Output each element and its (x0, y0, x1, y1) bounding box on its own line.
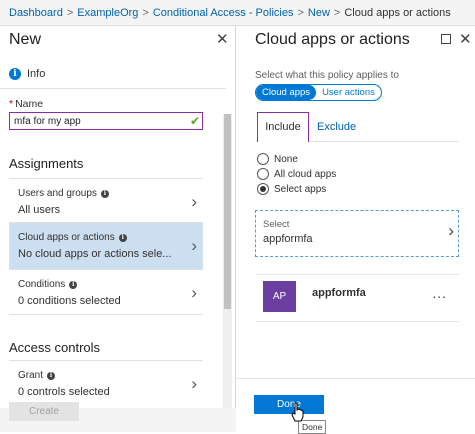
tab-exclude[interactable]: Exclude (317, 112, 356, 133)
item-value: No cloud apps or actions sele... (18, 248, 172, 260)
assignments-heading: Assignments (9, 156, 84, 171)
breadcrumb-dashboard[interactable]: Dashboard (9, 7, 63, 19)
item-value: 0 controls selected (18, 386, 110, 398)
access-controls-heading: Access controls (9, 340, 101, 355)
users-and-groups-item[interactable]: Users and groups i All users › (9, 178, 203, 222)
applies-to-text: Select what this policy applies to (255, 70, 399, 81)
item-label: Conditions i (18, 279, 78, 290)
close-icon[interactable]: ✕ (459, 30, 472, 48)
new-policy-blade: New ✕ i Info *Name ✔ Assignments Users a… (0, 26, 236, 432)
breadcrumb-separator: > (66, 7, 74, 19)
cloud-apps-blade: Cloud apps or actions ✕ Select what this… (237, 26, 475, 434)
radio-label: None (274, 153, 298, 165)
select-apps-picker[interactable]: Select appformfa › (255, 210, 459, 257)
radio-none[interactable]: None (257, 153, 298, 165)
toggle-user-actions[interactable]: User actions (316, 85, 381, 100)
radio-label: All cloud apps (274, 168, 337, 180)
hand-cursor-icon (291, 402, 304, 422)
tab-underline (309, 141, 459, 142)
item-label-text: Users and groups (18, 188, 97, 199)
item-label: Cloud apps or actions i (18, 232, 127, 243)
conditions-item[interactable]: Conditions i 0 conditions selected › (9, 269, 203, 315)
app-avatar: AP (263, 281, 296, 312)
radio-all-cloud-apps[interactable]: All cloud apps (257, 168, 336, 180)
close-icon[interactable]: ✕ (216, 30, 229, 48)
chevron-right-icon: › (191, 236, 197, 255)
radio-label: Select apps (274, 183, 327, 195)
info-icon: i (100, 189, 109, 198)
radio-button[interactable] (257, 183, 269, 195)
breadcrumb-new[interactable]: New (308, 7, 330, 19)
blade-title: New (9, 31, 42, 48)
info-icon: i (9, 68, 21, 80)
chevron-right-icon: › (191, 283, 197, 302)
cloud-apps-item[interactable]: Cloud apps or actions i No cloud apps or … (9, 222, 203, 269)
item-label: Users and groups i (18, 188, 109, 199)
more-options-icon[interactable]: ... (432, 285, 447, 301)
breadcrumb-org[interactable]: ExampleOrg (77, 7, 138, 19)
required-asterisk: * (9, 98, 14, 110)
name-label: * Name (9, 98, 43, 110)
done-button[interactable]: Done (254, 395, 324, 414)
tab-include[interactable]: Include (257, 112, 309, 142)
create-button[interactable]: Create (9, 402, 79, 421)
item-value: All users (18, 204, 61, 216)
info-link[interactable]: i Info (9, 68, 45, 80)
select-value: appformfa (263, 233, 313, 245)
breadcrumb-current: Cloud apps or actions (344, 7, 451, 19)
name-input[interactable] (9, 112, 203, 130)
item-label-text: Cloud apps or actions (18, 232, 115, 243)
item-value: 0 conditions selected (18, 295, 121, 307)
info-label: Info (27, 68, 46, 80)
select-label: Select (263, 219, 290, 230)
info-icon: i (69, 280, 78, 289)
maximize-icon[interactable] (441, 34, 451, 44)
info-icon: i (118, 233, 127, 242)
blade-title: Cloud apps or actions (255, 31, 410, 48)
breadcrumb-separator: > (142, 7, 149, 19)
scrollbar-thumb[interactable] (224, 114, 231, 309)
info-icon: i (47, 371, 56, 380)
checkmark-icon: ✔ (190, 114, 201, 128)
breadcrumb-separator: > (297, 7, 304, 19)
name-label-text: Name (15, 98, 44, 110)
item-label: Grant i (18, 370, 56, 381)
breadcrumb-separator: > (333, 7, 341, 19)
breadcrumb-policies[interactable]: Conditional Access - Policies (153, 7, 294, 19)
radio-button[interactable] (257, 168, 269, 180)
item-label-text: Grant (18, 370, 44, 381)
chevron-right-icon: › (191, 374, 197, 393)
chevron-right-icon: › (448, 221, 454, 240)
divider (0, 88, 226, 89)
radio-button[interactable] (257, 153, 269, 165)
radio-select-apps[interactable]: Select apps (257, 183, 326, 195)
app-name: appformfa (312, 287, 366, 299)
chevron-right-icon: › (191, 192, 197, 211)
grant-item[interactable]: Grant i 0 controls selected › (9, 360, 203, 408)
selected-app-row: AP appformfa ... (255, 274, 459, 322)
toggle-cloud-apps[interactable]: Cloud apps (256, 85, 317, 100)
breadcrumb: Dashboard > ExampleOrg > Conditional Access … (0, 0, 475, 26)
applies-to-toggle: Cloud apps User actions (255, 84, 382, 101)
item-label-text: Conditions (18, 279, 66, 290)
